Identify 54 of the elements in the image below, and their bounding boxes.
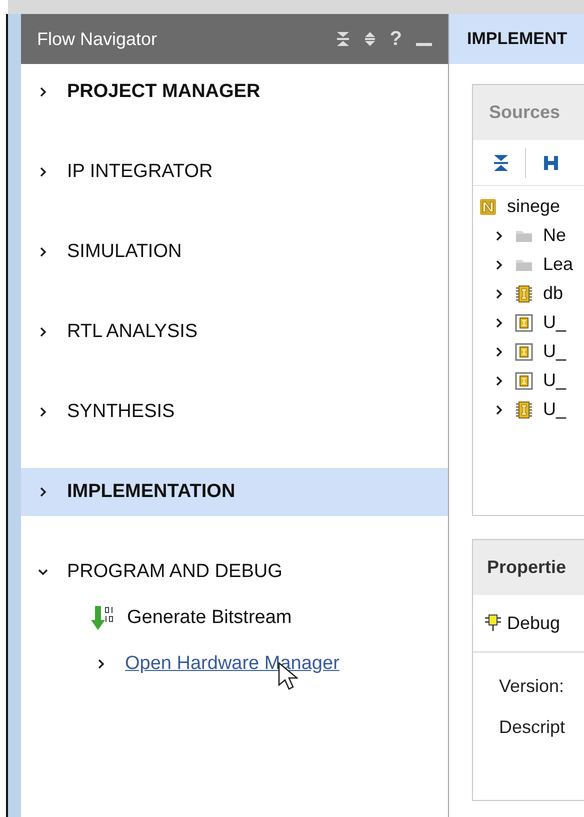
- tree-row[interactable]: db: [473, 279, 584, 308]
- collapse-all-icon[interactable]: [493, 154, 509, 172]
- generate-bitstream-action[interactable]: Generate Bitstream: [127, 604, 292, 632]
- section-label: PROJECT MANAGER: [67, 80, 260, 104]
- nav-section[interactable]: SYNTHESIS: [21, 388, 448, 436]
- tree-label: U_: [543, 311, 566, 334]
- collapse-all-icon[interactable]: [336, 31, 350, 47]
- debug-probe-icon: [485, 614, 501, 632]
- chip-icon: [515, 400, 533, 418]
- tree-row[interactable]: U_: [473, 308, 584, 337]
- tree-label: U_: [543, 398, 566, 421]
- tree-row[interactable]: U_: [473, 366, 584, 395]
- nav-section[interactable]: RTL ANALYSIS: [21, 308, 448, 356]
- tree-row[interactable]: U_: [473, 395, 584, 424]
- tree-label: sinege: [507, 195, 560, 218]
- nav-section[interactable]: IMPLEMENTATION: [21, 468, 448, 516]
- nav-section[interactable]: IP INTEGRATOR: [21, 148, 448, 196]
- netlist-icon: [479, 198, 497, 216]
- nav-section[interactable]: SIMULATION: [21, 228, 448, 276]
- tree-label: Lea: [543, 253, 574, 276]
- section-label: IMPLEMENTATION: [67, 480, 236, 504]
- section-label: IP INTEGRATOR: [67, 160, 213, 184]
- section-label: PROGRAM AND DEBUG: [67, 560, 282, 584]
- hardware-manager-link[interactable]: Open Hardware Manager: [125, 650, 340, 678]
- tab-title: IMPLEMENT: [467, 28, 568, 50]
- tree-row[interactable]: sinege: [473, 192, 584, 221]
- help-button[interactable]: ?: [390, 24, 402, 54]
- hierarchy-icon[interactable]: [542, 154, 560, 172]
- tree-row[interactable]: Lea: [473, 250, 584, 279]
- property-label: Version:: [499, 675, 566, 698]
- tab-header[interactable]: IMPLEMENT: [449, 14, 584, 64]
- object-name: Debug: [507, 612, 560, 635]
- sources-title: Sources: [489, 101, 560, 124]
- section-label: SYNTHESIS: [67, 400, 175, 424]
- property-label: Descript: [499, 716, 566, 739]
- panel-title: Flow Navigator: [37, 28, 158, 51]
- tree-label: U_: [543, 340, 566, 363]
- section-label: SIMULATION: [67, 240, 182, 264]
- tree-label: U_: [543, 369, 566, 392]
- expand-all-icon[interactable]: [364, 31, 376, 47]
- tree-row[interactable]: Ne: [473, 221, 584, 250]
- nav-section[interactable]: PROGRAM AND DEBUG: [21, 548, 448, 596]
- module-icon: [515, 342, 533, 360]
- folder-icon: [515, 228, 533, 242]
- properties-title: Propertie: [487, 556, 566, 579]
- tree-row[interactable]: U_: [473, 337, 584, 366]
- module-icon: [515, 372, 533, 390]
- section-label: RTL ANALYSIS: [67, 320, 198, 344]
- tree-label: db: [543, 282, 564, 305]
- nav-section[interactable]: PROJECT MANAGER: [21, 68, 448, 116]
- tree-label: Ne: [543, 224, 566, 247]
- chip-icon: [515, 284, 533, 302]
- folder-icon: [515, 258, 533, 272]
- module-icon: [515, 314, 533, 332]
